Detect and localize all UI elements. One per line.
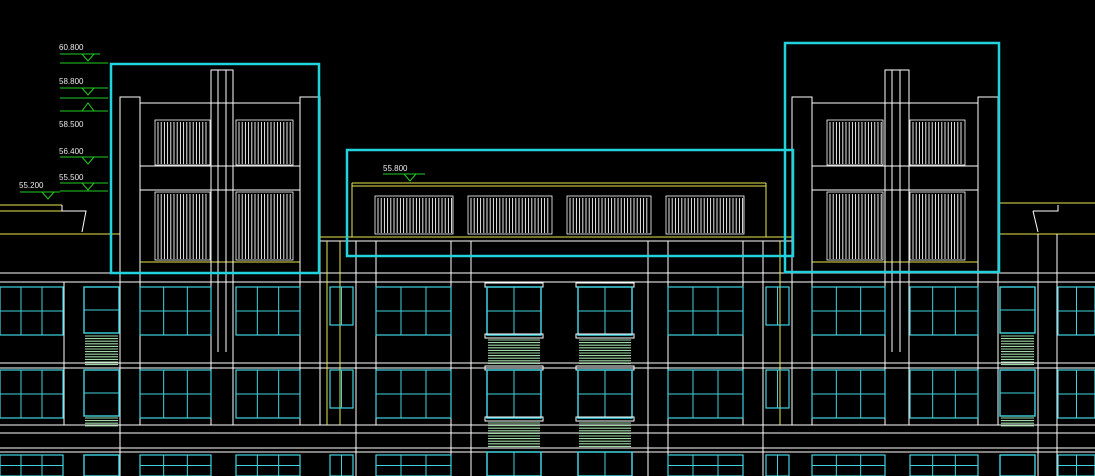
window bbox=[375, 286, 452, 336]
right-tower-louver-3 bbox=[826, 191, 884, 261]
window bbox=[235, 454, 301, 476]
elevation-marker-58800: 58.800 bbox=[59, 77, 108, 99]
elevation-label-55800: 55.800 bbox=[383, 164, 408, 173]
roof-louver-3 bbox=[566, 195, 652, 235]
window bbox=[329, 369, 354, 409]
floor-lines-white bbox=[0, 272, 1095, 453]
roof-louver-2 bbox=[467, 195, 553, 235]
cad-elevation-drawing[interactable]: 60.800 58.800 58.500 56.400 55.500 55.20… bbox=[0, 0, 1095, 476]
window bbox=[765, 454, 790, 476]
window bbox=[375, 454, 452, 476]
elevation-marker-56400: 56.400 bbox=[59, 147, 108, 165]
left-tower-louver-3 bbox=[154, 191, 211, 261]
window bbox=[329, 454, 354, 476]
selection-box-left-tower[interactable] bbox=[109, 62, 321, 275]
roof-louver-1 bbox=[374, 195, 454, 235]
elevation-label-58500: 58.500 bbox=[59, 120, 84, 129]
window bbox=[139, 286, 212, 336]
columns bbox=[63, 234, 1058, 476]
window bbox=[375, 369, 452, 419]
elevation-marker-55500: 55.500 bbox=[59, 173, 108, 192]
left-tower-louver-2 bbox=[235, 119, 294, 166]
right-tower-louver-2 bbox=[909, 119, 966, 166]
window bbox=[235, 369, 301, 419]
window bbox=[667, 454, 744, 476]
window bbox=[1057, 369, 1095, 419]
roof-louver-4 bbox=[665, 195, 745, 235]
selection-boxes[interactable] bbox=[109, 41, 1001, 275]
elevation-label-55200: 55.200 bbox=[19, 181, 44, 190]
window bbox=[139, 369, 212, 419]
window bbox=[1057, 454, 1095, 476]
window bbox=[235, 286, 301, 336]
stairwell bbox=[575, 282, 635, 476]
left-elevation-markers: 60.800 58.800 58.500 56.400 55.500 55.20… bbox=[19, 43, 108, 200]
stairwell-towers bbox=[484, 282, 635, 476]
elevation-marker-58500: 58.500 bbox=[59, 102, 108, 129]
elevation-marker-60800: 60.800 bbox=[59, 43, 108, 64]
elevation-label-56400: 56.400 bbox=[59, 147, 84, 156]
window bbox=[909, 454, 979, 476]
elevation-marker-55800: 55.800 bbox=[383, 164, 425, 182]
right-tower-louver-4 bbox=[909, 191, 966, 261]
window bbox=[0, 369, 64, 419]
center-roof: 55.800 bbox=[320, 164, 792, 242]
left-tower bbox=[119, 69, 321, 426]
right-tower bbox=[791, 69, 999, 426]
window bbox=[139, 454, 212, 476]
window bbox=[1057, 286, 1095, 336]
window bbox=[811, 286, 886, 336]
elevation-label-60800: 60.800 bbox=[59, 43, 84, 52]
window bbox=[765, 286, 790, 326]
elevation-label-55500: 55.500 bbox=[59, 173, 84, 182]
guide-columns bbox=[326, 241, 781, 425]
window bbox=[909, 369, 979, 419]
window bbox=[0, 454, 64, 476]
window bbox=[0, 286, 64, 336]
window bbox=[329, 286, 354, 326]
right-tower-louver-1 bbox=[826, 119, 884, 166]
elevation-marker-55200: 55.200 bbox=[19, 181, 60, 200]
left-tower-louver-1 bbox=[154, 119, 211, 166]
window bbox=[667, 286, 744, 336]
window bbox=[765, 369, 790, 409]
window bbox=[811, 454, 886, 476]
left-tower-louver-4 bbox=[235, 191, 294, 261]
stairwell bbox=[484, 282, 544, 476]
window bbox=[909, 286, 979, 336]
window bbox=[667, 369, 744, 419]
window bbox=[811, 369, 886, 419]
elevation-label-58800: 58.800 bbox=[59, 77, 84, 86]
